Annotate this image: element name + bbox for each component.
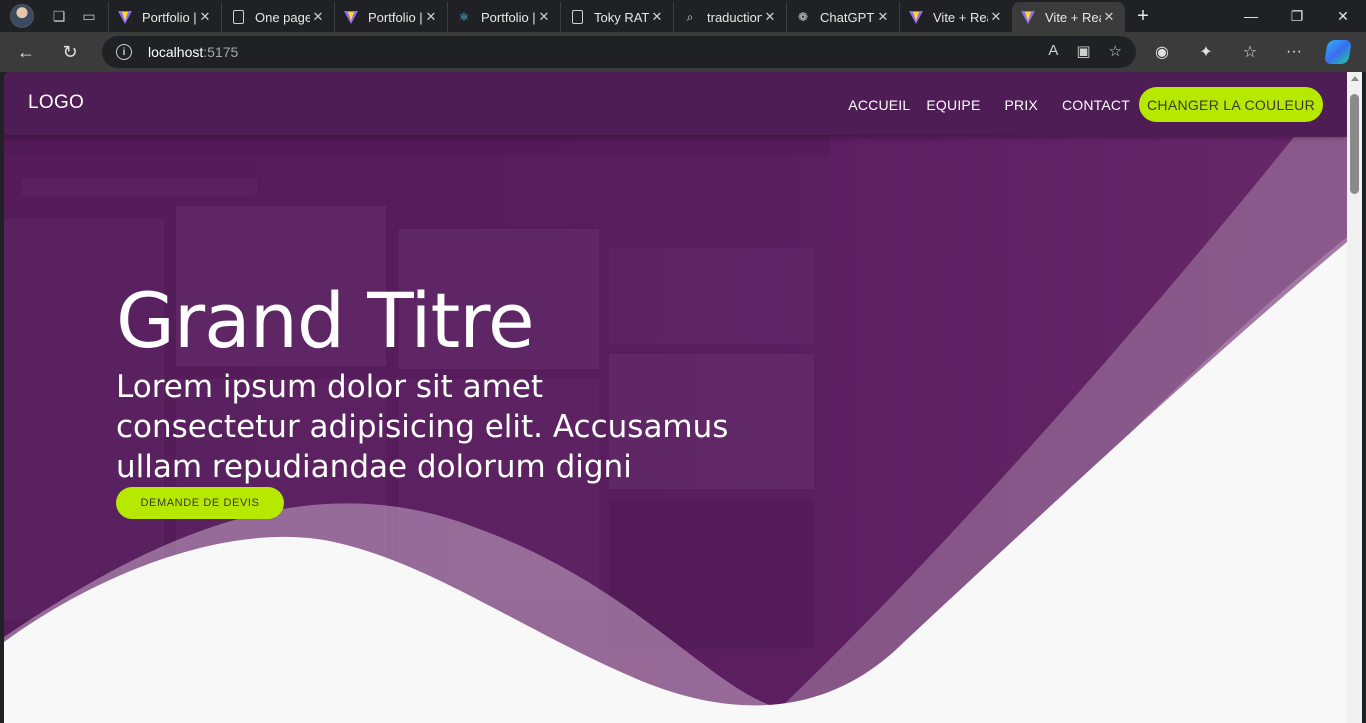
new-tab-button[interactable]: + <box>1125 1 1161 31</box>
restore-icon[interactable]: ❐ <box>1274 0 1320 32</box>
tab-title: Toky RATO <box>594 9 649 25</box>
read-aloud-icon[interactable]: A <box>1048 42 1058 60</box>
browser-tab[interactable]: Toky RATO✕ <box>560 2 673 32</box>
window-controls: — ❐ ✕ <box>1228 0 1366 32</box>
quote-request-button[interactable]: DEMANDE DE DEVIS <box>116 487 284 519</box>
address-port: :5175 <box>203 44 239 60</box>
page-scrollbar[interactable] <box>1347 72 1362 723</box>
browser-tab[interactable]: Portfolio | ✕ <box>334 2 447 32</box>
nav-prix[interactable]: PRIX <box>1004 97 1037 113</box>
immersive-reader-icon[interactable]: ▣ <box>1076 42 1090 60</box>
window-edge <box>1362 72 1366 723</box>
hero-subtitle: Lorem ipsum dolor sit amet consectetur a… <box>116 369 729 485</box>
nav-equipe[interactable]: EQUIPE <box>926 97 980 113</box>
browser-tab[interactable]: ❁ ChatGPT ✕ <box>786 2 899 32</box>
browser-tab[interactable]: Portfolio | ✕ <box>108 2 221 32</box>
more-menu-icon[interactable]: ··· <box>1274 36 1314 68</box>
tab-close-icon[interactable]: ✕ <box>1101 9 1117 25</box>
page-icon <box>569 9 585 25</box>
browser-tab-bar: ❏ ▭ Portfolio | ✕ One page ✕ Portfolio | ✕ ⚛ Po… <box>0 0 1366 32</box>
tab-title: Portfolio | <box>481 9 536 25</box>
browser-tab[interactable]: Vite + Rea ✕ <box>1012 2 1125 32</box>
profile-avatar[interactable] <box>10 4 34 28</box>
scroll-up-icon[interactable] <box>1351 76 1359 81</box>
tab-close-icon[interactable]: ✕ <box>988 9 1004 25</box>
tab-close-icon[interactable]: ✕ <box>197 9 213 25</box>
refresh-icon[interactable]: ↻ <box>52 36 88 68</box>
extensions-puzzle-icon[interactable]: ✦ <box>1186 36 1226 68</box>
workspaces-icon[interactable]: ❏ <box>44 2 74 30</box>
minimize-icon[interactable]: — <box>1228 0 1274 32</box>
vite-icon <box>1020 9 1036 25</box>
change-color-button[interactable]: CHANGER LA COULEUR <box>1139 87 1323 122</box>
tab-close-icon[interactable]: ✕ <box>536 9 552 25</box>
address-bar[interactable]: i localhost:5175 A ▣ ☆ <box>102 36 1136 68</box>
tab-title: ChatGPT <box>820 9 875 25</box>
favorite-star-icon[interactable]: ☆ <box>1109 42 1122 60</box>
page-icon <box>230 9 246 25</box>
search-icon: ⌕ <box>686 9 694 24</box>
tab-title: Portfolio | <box>142 9 197 25</box>
tab-title: One page <box>255 9 310 25</box>
tab-title: traduction <box>707 9 762 25</box>
favorites-icon[interactable]: ☆ <box>1230 36 1270 68</box>
tab-strip: Portfolio | ✕ One page ✕ Portfolio | ✕ ⚛ Portfo… <box>108 0 1125 32</box>
tab-close-icon[interactable]: ✕ <box>875 9 891 25</box>
site-logo[interactable]: LOGO <box>28 92 84 114</box>
chatgpt-icon: ❁ <box>797 10 809 24</box>
browser-tab[interactable]: ⚛ Portfolio | ✕ <box>447 2 560 32</box>
scrollbar-thumb[interactable] <box>1350 94 1359 194</box>
react-icon: ⚛ <box>458 10 470 24</box>
vite-icon <box>343 9 359 25</box>
tab-close-icon[interactable]: ✕ <box>762 9 778 25</box>
close-window-icon[interactable]: ✕ <box>1320 0 1366 32</box>
site-info-icon[interactable]: i <box>116 44 132 60</box>
hero-title: Grand Titre <box>116 276 535 365</box>
address-host: localhost <box>148 44 204 60</box>
back-icon[interactable]: ← <box>8 36 44 68</box>
tab-close-icon[interactable]: ✕ <box>310 9 326 25</box>
copilot-icon[interactable] <box>1318 36 1358 68</box>
site-nav: ACCUEIL EQUIPE PRIX CONTACT CHANGER LA C… <box>848 87 1323 122</box>
vite-icon <box>908 9 924 25</box>
site-header: LOGO ACCUEIL EQUIPE PRIX CONTACT CHANGER… <box>4 72 1347 135</box>
browser-tab[interactable]: One page ✕ <box>221 2 334 32</box>
tab-close-icon[interactable]: ✕ <box>423 9 439 25</box>
vite-icon <box>117 9 133 25</box>
browser-tab[interactable]: Vite + Rea ✕ <box>899 2 1012 32</box>
nav-accueil[interactable]: ACCUEIL <box>848 97 910 113</box>
page-viewport: LOGO ACCUEIL EQUIPE PRIX CONTACT CHANGER… <box>4 72 1347 723</box>
tab-close-icon[interactable]: ✕ <box>649 9 665 25</box>
tab-actions-icon[interactable]: ▭ <box>74 2 104 30</box>
browser-tab[interactable]: ⌕ traduction ✕ <box>673 2 786 32</box>
tab-title: Portfolio | <box>368 9 423 25</box>
extension-icon[interactable]: ◉ <box>1142 36 1182 68</box>
browser-nav-bar: ← ↻ i localhost:5175 A ▣ ☆ ◉ ✦ ☆ ··· <box>0 32 1366 72</box>
nav-contact[interactable]: CONTACT <box>1062 97 1130 113</box>
tab-title: Vite + Rea <box>1045 9 1101 25</box>
tab-title: Vite + Rea <box>933 9 988 25</box>
